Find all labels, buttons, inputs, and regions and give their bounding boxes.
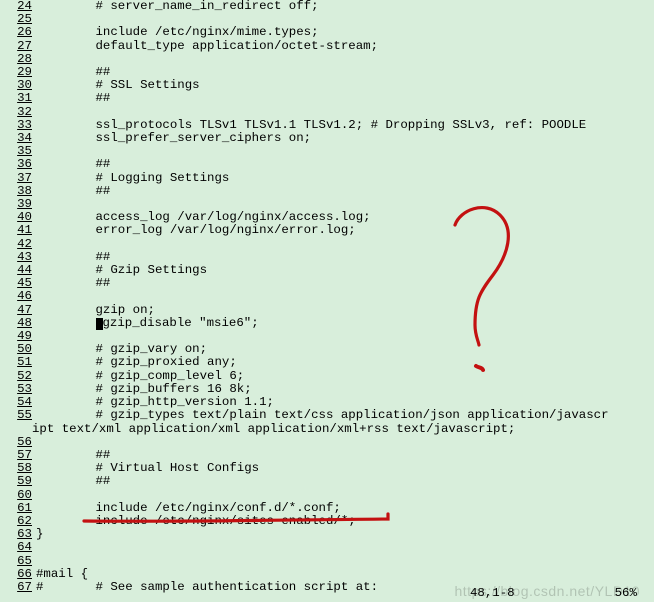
code-line[interactable]: 24 # server_name_in_redirect off; — [0, 0, 654, 13]
line-number: 26 — [0, 26, 32, 39]
code-line[interactable]: 34 ssl_prefer_server_ciphers on; — [0, 132, 654, 145]
code-text: # server_name_in_redirect off; — [32, 0, 319, 13]
code-line[interactable]: 42 — [0, 238, 654, 251]
code-text: } — [32, 528, 43, 541]
code-text — [32, 555, 36, 568]
code-text — [32, 489, 36, 502]
code-text — [32, 106, 36, 119]
code-line[interactable]: 64 — [0, 541, 654, 554]
line-number: 56 — [0, 436, 32, 449]
code-line[interactable]: 62 include /etc/nginx/sites-enabled/*; — [0, 515, 654, 528]
watermark-text: https://blog.csdn.net/YLD10 — [455, 585, 641, 598]
code-line[interactable]: 38 ## — [0, 185, 654, 198]
code-line[interactable]: 65 — [0, 555, 654, 568]
code-text: error_log /var/log/nginx/error.log; — [32, 224, 356, 237]
code-text: # Logging Settings — [32, 172, 229, 185]
code-text: ssl_prefer_server_ciphers on; — [32, 132, 311, 145]
line-number: 65 — [0, 555, 32, 568]
line-number: 37 — [0, 172, 32, 185]
code-line[interactable]: 26 include /etc/nginx/mime.types; — [0, 26, 654, 39]
code-line[interactable]: 66#mail { — [0, 568, 654, 581]
line-number: 51 — [0, 356, 32, 369]
line-number: 47 — [0, 304, 32, 317]
code-text: # gzip_proxied any; — [32, 356, 237, 369]
line-number: 59 — [0, 475, 32, 488]
code-line[interactable]: 37 # Logging Settings — [0, 172, 654, 185]
code-line[interactable]: 61 include /etc/nginx/conf.d/*.conf; — [0, 502, 654, 515]
code-text: ## — [32, 185, 110, 198]
line-number — [0, 423, 32, 436]
code-line[interactable]: 31 ## — [0, 92, 654, 105]
code-line[interactable]: 56 — [0, 436, 654, 449]
code-line[interactable]: 32 — [0, 106, 654, 119]
line-number: 42 — [0, 238, 32, 251]
code-text — [32, 541, 36, 554]
code-line[interactable]: 47 gzip on; — [0, 304, 654, 317]
line-number: 27 — [0, 40, 32, 53]
code-text: include /etc/nginx/mime.types; — [32, 26, 319, 39]
code-text: include /etc/nginx/sites-enabled/*; — [32, 515, 356, 528]
line-number: 66 — [0, 568, 32, 581]
line-number: 46 — [0, 290, 32, 303]
code-line[interactable]: 59 ## — [0, 475, 654, 488]
line-number: 61 — [0, 502, 32, 515]
code-line[interactable]: 45 ## — [0, 277, 654, 290]
code-line[interactable]: 48 gzip_disable "msie6"; — [0, 317, 654, 330]
code-text — [32, 436, 36, 449]
code-line[interactable]: 36 ## — [0, 158, 654, 171]
line-number: 41 — [0, 224, 32, 237]
code-line[interactable]: 41 error_log /var/log/nginx/error.log; — [0, 224, 654, 237]
code-line[interactable]: 46 — [0, 290, 654, 303]
code-text: ## — [32, 158, 110, 171]
line-number: 31 — [0, 92, 32, 105]
code-text: # gzip_types text/plain text/css applica… — [32, 409, 609, 422]
code-text: ## — [32, 277, 110, 290]
code-editor[interactable]: 24 # server_name_in_redirect off;2526 in… — [0, 0, 654, 594]
code-text: ## — [32, 475, 110, 488]
code-line[interactable]: 27 default_type application/octet-stream… — [0, 40, 654, 53]
code-text — [32, 290, 36, 303]
code-text: include /etc/nginx/conf.d/*.conf; — [32, 502, 341, 515]
code-line[interactable]: 60 — [0, 489, 654, 502]
code-line[interactable]: ipt text/xml application/xml application… — [0, 423, 654, 436]
line-number: 55 — [0, 409, 32, 422]
line-number: 60 — [0, 489, 32, 502]
code-text: default_type application/octet-stream; — [32, 40, 378, 53]
code-text — [32, 238, 36, 251]
code-line[interactable]: 51 # gzip_proxied any; — [0, 356, 654, 369]
code-text: gzip_disable "msie6"; — [32, 317, 259, 330]
code-line[interactable]: 52 # gzip_comp_level 6; — [0, 370, 654, 383]
line-number: 32 — [0, 106, 32, 119]
code-text: #mail { — [32, 568, 88, 581]
line-number: 36 — [0, 158, 32, 171]
line-number: 64 — [0, 541, 32, 554]
code-line[interactable]: 55 # gzip_types text/plain text/css appl… — [0, 409, 654, 422]
line-number: 52 — [0, 370, 32, 383]
code-text: # gzip_comp_level 6; — [32, 370, 244, 383]
text-cursor — [96, 318, 103, 330]
code-text: ## — [32, 92, 110, 105]
code-text: ipt text/xml application/xml application… — [32, 423, 515, 436]
code-line[interactable]: 63} — [0, 528, 654, 541]
